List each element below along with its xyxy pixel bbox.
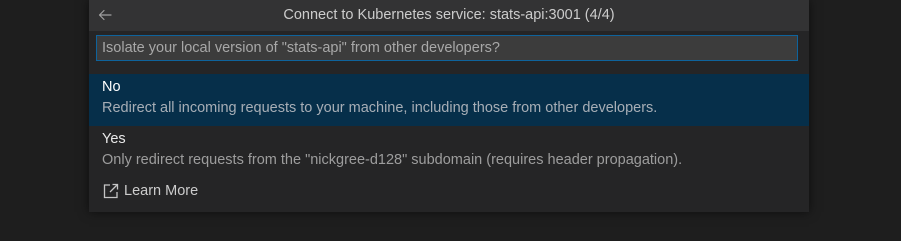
- learn-more-link[interactable]: Learn More: [102, 180, 198, 202]
- option-no-detail: Redirect all incoming requests to your m…: [102, 100, 658, 116]
- option-yes-label: Yes: [102, 131, 126, 147]
- quick-pick-title-bar: Connect to Kubernetes service: stats-api…: [89, 0, 809, 31]
- quick-pick-title: Connect to Kubernetes service: stats-api…: [283, 7, 615, 23]
- option-yes[interactable]: Yes Only redirect requests from the "nic…: [89, 126, 809, 178]
- option-yes-detail: Only redirect requests from the "nickgre…: [102, 152, 683, 168]
- quick-pick-widget: Connect to Kubernetes service: stats-api…: [89, 0, 809, 212]
- quick-pick-input-box[interactable]: [96, 35, 798, 61]
- option-no[interactable]: No Redirect all incoming requests to you…: [89, 74, 809, 126]
- external-link-icon: [102, 182, 120, 200]
- quick-pick-list: No Redirect all incoming requests to you…: [89, 74, 809, 178]
- learn-more-label: Learn More: [124, 182, 199, 199]
- option-no-label: No: [102, 79, 121, 95]
- quick-pick-input[interactable]: [97, 36, 797, 60]
